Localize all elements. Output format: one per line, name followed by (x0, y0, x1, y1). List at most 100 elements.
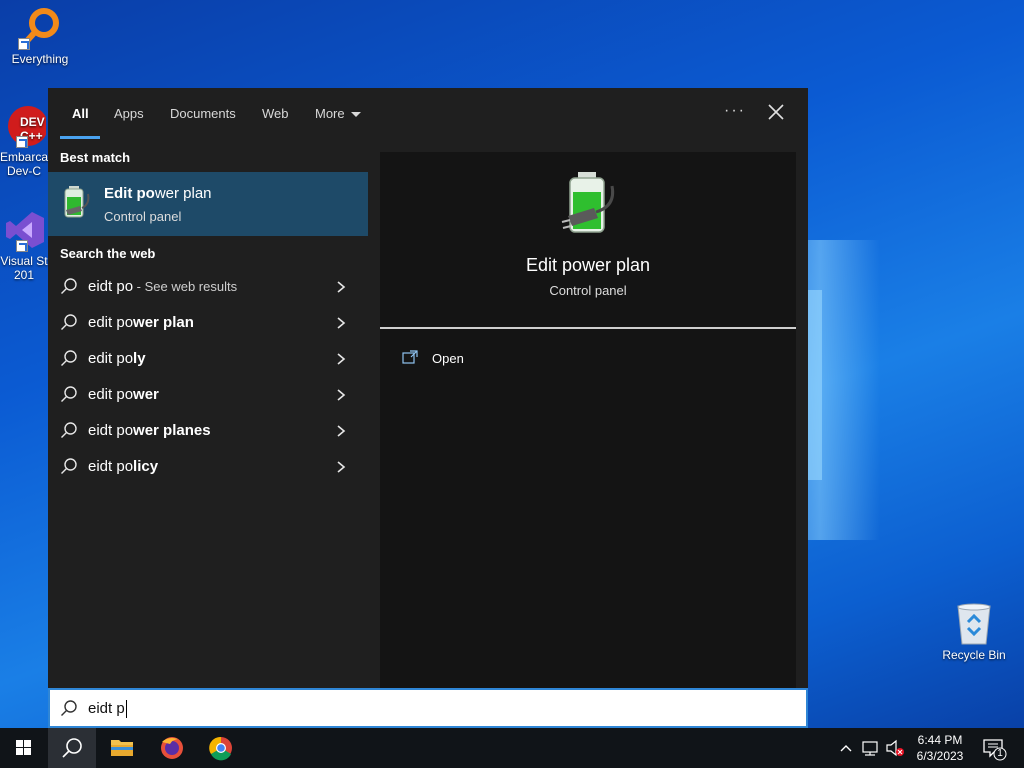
shortcut-arrow-icon (18, 38, 30, 50)
file-explorer-icon (111, 740, 133, 756)
tab-active-indicator (60, 136, 100, 139)
chevron-right-icon[interactable] (336, 280, 346, 293)
suggestion-suffix: - See web results (133, 279, 238, 294)
desktop-icon-recycle-bin[interactable]: Recycle Bin (936, 602, 1012, 662)
open-icon (402, 350, 418, 364)
tab-all[interactable]: All (72, 106, 89, 121)
search-icon (60, 313, 78, 331)
chrome-icon (209, 736, 232, 761)
devcpp-icon: DEV C++ (2, 104, 48, 148)
web-header: Search the web (60, 246, 156, 261)
battery-power-icon (556, 170, 620, 238)
visual-studio-icon (2, 208, 46, 252)
svg-text:DEV: DEV (20, 115, 45, 129)
taskbar-search-button[interactable] (48, 728, 96, 768)
close-button[interactable] (764, 100, 788, 124)
results-list: Best match Edit power plan Control panel… (48, 140, 380, 688)
open-label: Open (432, 351, 464, 366)
tab-more-label: More (315, 106, 345, 121)
search-icon (60, 457, 78, 475)
suggestion-typed: eidt po (88, 278, 134, 295)
preview-pane: Edit power plan Control panel Open (380, 152, 796, 688)
network-icon (862, 741, 878, 756)
start-button[interactable] (0, 728, 48, 768)
best-match-title-rest: wer plan (154, 185, 212, 202)
chrome-button[interactable] (197, 728, 245, 768)
web-suggestion-text: eidt po - See web results (88, 278, 237, 295)
search-query: eidt p (88, 700, 125, 717)
desktop-icon-label: Recycle Bin (942, 648, 1006, 662)
preview-divider (380, 327, 796, 329)
web-suggestion[interactable]: eidt po - See web results (48, 268, 368, 304)
suggestion-typed: eidt po (88, 422, 134, 439)
close-icon (768, 104, 784, 120)
clock-date: 6/3/2023 (916, 749, 964, 763)
search-icon (60, 699, 78, 717)
search-icon (62, 738, 82, 758)
desktop-glow-beam (808, 290, 822, 480)
suggestion-completion: licy (133, 458, 159, 475)
volume-button[interactable] (884, 728, 906, 768)
suggestion-completion: wer plan (133, 314, 194, 331)
chevron-right-icon[interactable] (336, 460, 346, 473)
firefox-icon (161, 737, 183, 759)
clock[interactable]: 6:44 PM 6/3/2023 (912, 732, 968, 764)
web-suggestion[interactable]: eidt policy (48, 448, 368, 484)
shortcut-arrow-icon (16, 136, 28, 148)
file-explorer-button[interactable] (98, 728, 146, 768)
action-center-button[interactable]: 1 (980, 728, 1008, 768)
web-suggestion[interactable]: eidt power planes (48, 412, 368, 448)
chevron-right-icon[interactable] (336, 424, 346, 437)
start-icon (16, 740, 31, 755)
open-action[interactable]: Open (402, 348, 602, 372)
chevron-right-icon[interactable] (336, 352, 346, 365)
web-suggestion-text: edit poly (88, 350, 146, 367)
desktop-icon-label: Everything (11, 52, 69, 66)
search-input[interactable]: eidt p (48, 688, 808, 728)
everything-icon (18, 6, 62, 50)
web-suggestion[interactable]: edit poly (48, 340, 368, 376)
search-icon (60, 277, 78, 295)
best-match-subtitle: Control panel (104, 209, 182, 224)
suggestion-completion: wer planes (133, 422, 211, 439)
suggestion-typed: edit po (88, 350, 134, 367)
clock-time: 6:44 PM (917, 733, 963, 747)
chevron-up-icon (840, 745, 852, 752)
preview-title: Edit power plan (525, 255, 651, 275)
network-button[interactable] (860, 728, 882, 768)
text-cursor (125, 700, 127, 719)
battery-power-icon (60, 184, 92, 220)
search-icon (60, 421, 78, 439)
search-query-wrap: eidt p (88, 700, 127, 719)
chevron-down-icon (350, 112, 361, 118)
tab-apps[interactable]: Apps (114, 106, 144, 121)
suggestion-typed: eidt po (88, 458, 134, 475)
suggestion-typed: edit po (88, 386, 134, 403)
suggestion-completion: ly (133, 350, 146, 367)
preview-subtitle: Control panel (549, 283, 627, 298)
taskbar: 6:44 PM 6/3/2023 1 (0, 728, 1024, 768)
notification-count: 1 (997, 748, 1003, 759)
shortcut-arrow-icon (16, 240, 28, 252)
web-suggestion[interactable]: edit power plan (48, 304, 368, 340)
show-hidden-icons-button[interactable] (836, 728, 856, 768)
chevron-right-icon[interactable] (336, 388, 346, 401)
chevron-right-icon[interactable] (336, 316, 346, 329)
web-suggestion-text: eidt power planes (88, 422, 211, 439)
firefox-button[interactable] (148, 728, 196, 768)
tab-documents[interactable]: Documents (170, 106, 236, 121)
best-match-title-bold: Edit po (104, 185, 155, 202)
tab-more[interactable]: More (315, 106, 361, 121)
more-options-button[interactable]: ··· (724, 102, 746, 120)
suggestion-completion: wer (133, 386, 159, 403)
suggestion-typed: edit po (88, 314, 134, 331)
recycle-bin-icon (952, 602, 996, 646)
web-suggestion[interactable]: edit power (48, 376, 368, 412)
best-match-header: Best match (60, 150, 131, 165)
search-icon (60, 349, 78, 367)
tab-web[interactable]: Web (262, 106, 289, 121)
desktop-icon-everything[interactable]: Everything (2, 6, 78, 66)
web-suggestion-text: edit power (88, 386, 159, 403)
best-match-item[interactable]: Edit power plan Control panel (48, 172, 368, 236)
search-panel: All Apps Documents Web More ··· Best mat… (48, 88, 808, 688)
